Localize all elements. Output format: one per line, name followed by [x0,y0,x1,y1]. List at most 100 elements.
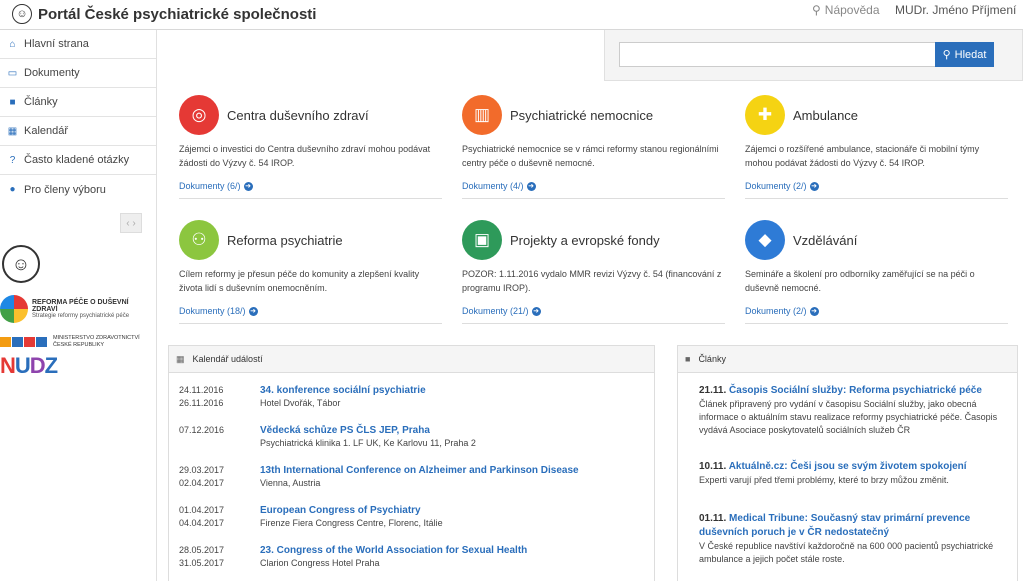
sidebar-item-home[interactable]: ⌂ Hlavní strana [0,30,156,59]
event-end-date: 26.11.2016 [179,398,224,408]
article-summary: Experti varují před třemi problémy, kter… [699,475,949,485]
card-centra: ◎ Centra duševního zdraví Zájemci o inve… [179,95,442,199]
card-description: Psychiatrické nemocnice se v rámci refor… [462,144,719,168]
event-title-link[interactable]: European Congress of Psychiatry [260,504,421,517]
divider [462,198,725,199]
article-title-link[interactable]: 10.11. Aktuálně.cz: Češi jsou se svým ži… [699,460,999,474]
nudz-logo: NUDZ [0,353,58,378]
user-menu[interactable]: MUDr. Jméno Příjmení [895,3,1016,17]
card-documents-link[interactable]: Dokumenty (21/) ➜ [462,306,725,316]
search-button-label: Hledat [954,48,987,61]
search-button[interactable]: ⚲ Hledat [935,42,994,67]
event-end-date: 02.04.2017 [179,478,225,488]
card-title[interactable]: Vzdělávání [793,233,857,248]
event-start-date: 28.05.2017 [179,545,225,555]
question-icon: ? [9,154,16,166]
event-title-link[interactable]: 34. konference sociální psychiatrie [260,384,426,397]
event-place: Firenze Fiera Congress Centre, Florenc, … [260,518,443,528]
sidebar-collapse-button[interactable]: ‹ › [120,213,142,233]
article-item: 01.11. Medical Tribune: Současný stav pr… [699,512,999,566]
sidebar-item-calendar[interactable]: ▦ Kalendář [0,117,156,146]
graduation-cap-icon: ◆ [745,220,785,260]
card-title[interactable]: Psychiatrické nemocnice [510,108,653,123]
lightbulb-icon: ⚲ [812,3,821,17]
card-documents-link[interactable]: Dokumenty (6/) ➜ [179,181,442,191]
building-icon: ▥ [462,95,502,135]
brand[interactable]: ☺ Portál České psychiatrické společnosti [12,4,316,24]
search-input[interactable] [619,42,936,67]
calendar-panel: ▦ Kalendář událostí 24.11.2016 26.11.2016… [168,345,655,581]
card-description: POZOR: 1.11.2016 vydalo MMR revizi Výzvy… [462,269,722,293]
article-item: 21.11. Časopis Sociální služby: Reforma … [699,384,999,437]
card-documents-link[interactable]: Dokumenty (18/) ➜ [179,306,442,316]
hierarchy-icon: ⚇ [179,220,219,260]
arrow-right-icon: ➜ [809,181,819,191]
card-documents-link[interactable]: Dokumenty (2/) ➜ [745,306,1008,316]
calendar-icon: ▦ [176,353,185,364]
search-icon: ⚲ [942,49,951,61]
reforma-wheel-icon [0,295,28,323]
divider [179,323,442,324]
card-documents-link[interactable]: Dokumenty (4/) ➜ [462,181,725,191]
search-panel: ⚲ Hledat [604,30,1023,81]
article-title-link[interactable]: 01.11. Medical Tribune: Současný stav pr… [699,512,999,540]
sidebar-item-articles[interactable]: ■ Články [0,88,156,117]
arrow-right-icon: ➜ [248,306,258,316]
sidebar-item-label: Články [24,96,58,108]
help-label: Nápověda [824,3,880,17]
sidebar-item-committee[interactable]: ● Pro členy výboru [0,175,156,204]
mzcr-logo-line1: MINISTERSTVO ZDRAVOTNICTVÍ [53,335,140,341]
mzcr-logo-line2: ČESKÉ REPUBLIKY [53,342,105,348]
arrow-right-icon: ➜ [531,306,541,316]
divider [745,198,1008,199]
arrow-right-icon: ➜ [809,306,819,316]
document-icon: ▭ [7,67,18,79]
divider [462,323,725,324]
event-start-date: 24.11.2016 [179,385,224,395]
society-seal-logo: ☺ [2,245,40,283]
event-title-link[interactable]: 13th International Conference on Alzheim… [260,464,579,477]
event-place: Vienna, Austria [260,478,321,488]
sidebar-item-faq[interactable]: ? Často kladené otázky [0,146,156,175]
doctor-icon: ✚ [745,95,785,135]
event-place: Clarion Congress Hotel Praha [260,558,380,568]
event-end-date: 31.05.2017 [179,558,225,568]
arrow-right-icon: ➜ [243,181,253,191]
sidebar-item-label: Často kladené otázky [24,154,130,166]
event-title-link[interactable]: Vědecká schůze PS ČLS JEP, Praha [260,424,430,437]
top-bar: ☺ Portál České psychiatrické společnosti… [0,0,1023,30]
event-start-date: 07.12.2016 [179,425,225,435]
event-place: Hotel Dvořák, Tábor [260,398,341,408]
event-start-date: 29.03.2017 [179,465,225,475]
card-description: Zájemci o investici do Centra duševního … [179,144,431,168]
article-summary: Článek připravený pro vydání v časopisu … [699,399,998,435]
card-title[interactable]: Centra duševního zdraví [227,108,369,123]
sidebar-item-documents[interactable]: ▭ Dokumenty [0,59,156,88]
calendar-panel-title: Kalendář událostí [192,354,263,364]
article-item: 10.11. Aktuálně.cz: Češi jsou se svým ži… [699,460,999,487]
divider [179,198,442,199]
help-link[interactable]: ⚲ Nápověda [812,3,880,17]
card-reforma: ⚇ Reforma psychiatrie Cílem reformy je p… [179,220,442,324]
book-icon: ■ [685,354,691,364]
card-ambulance: ✚ Ambulance Zájemci o rozšířené ambulanc… [745,95,1008,199]
card-documents-link[interactable]: Dokumenty (2/) ➜ [745,181,1008,191]
calendar-icon: ▦ [7,125,18,137]
reforma-logo: REFORMA PÉČE O DUŠEVNÍ ZDRAVÍ Strategie … [0,295,156,323]
card-title[interactable]: Projekty a evropské fondy [510,233,660,248]
reforma-logo-title: REFORMA PÉČE O DUŠEVNÍ ZDRAVÍ [31,299,129,313]
card-vzdelavani: ◆ Vzdělávání Semináře a školení pro odbo… [745,220,1008,324]
divider [745,323,1008,324]
card-title[interactable]: Ambulance [793,108,858,123]
mzcr-logo: MINISTERSTVO ZDRAVOTNICTVÍ ČESKÉ REPUBLI… [0,335,140,349]
sidebar-item-label: Hlavní strana [24,38,89,50]
card-description: Zájemci o rozšířené ambulance, stacionář… [745,144,980,168]
card-projekty: ▣ Projekty a evropské fondy POZOR: 1.11.… [462,220,725,324]
sidebar: ⌂ Hlavní strana ▭ Dokumenty ■ Články ▦ K… [0,30,157,581]
article-summary: V České republice navštíví každoročně na… [699,541,994,564]
card-title[interactable]: Reforma psychiatrie [227,233,343,248]
article-title-link[interactable]: 21.11. Časopis Sociální služby: Reforma … [699,384,999,398]
event-title-link[interactable]: 23. Congress of the World Association fo… [260,544,527,557]
users-icon: ● [9,184,16,195]
event-end-date: 04.04.2017 [179,518,225,528]
